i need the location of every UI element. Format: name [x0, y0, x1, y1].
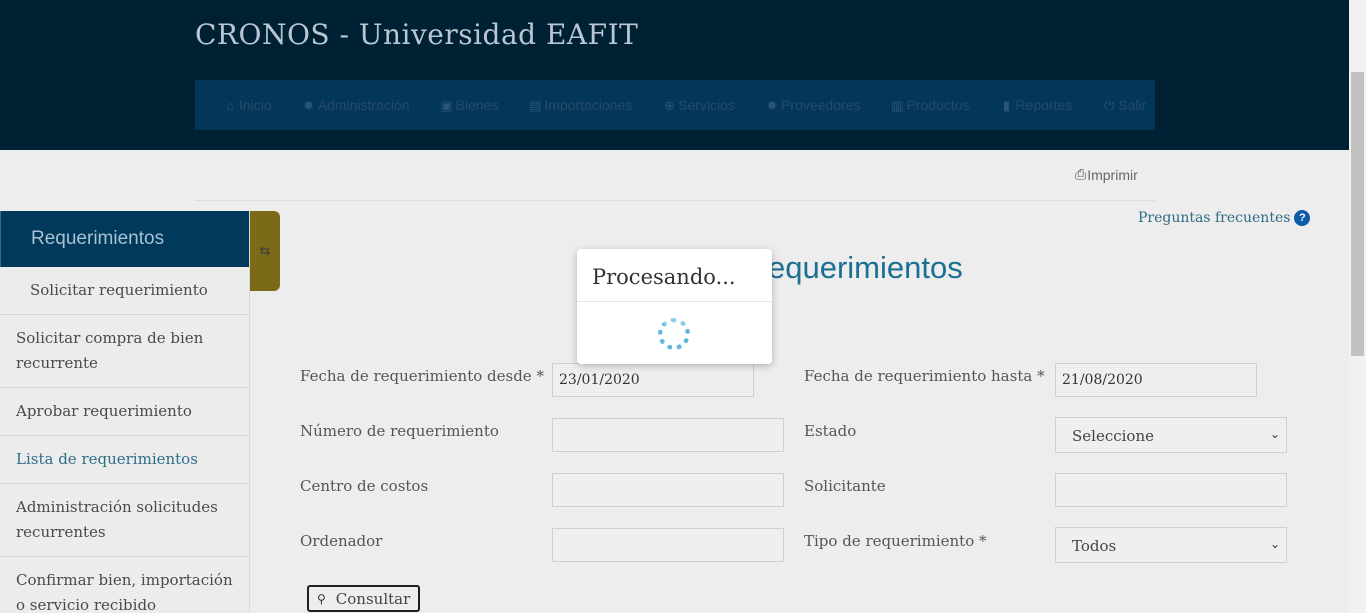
numero-requerimiento-label: Número de requerimiento — [300, 422, 499, 440]
card-icon: ▤ — [529, 97, 542, 113]
printer-icon: ⎙ — [1075, 166, 1087, 182]
sidebar-item-confirmar-recibido[interactable]: Confirmar bien, importación o servicio r… — [0, 557, 249, 613]
tipo-requerimiento-label: Tipo de requerimiento * — [804, 532, 987, 550]
print-link[interactable]: ⎙ Imprimir — [1075, 166, 1138, 183]
top-header: CRONOS - Universidad EAFIT ⌂ Inicio ✹ Ad… — [0, 0, 1349, 150]
power-icon: ⏻ — [1104, 97, 1115, 113]
sidebar-item-solicitar-requerimiento[interactable]: Solicitar requerimiento — [0, 267, 249, 315]
main-navbar: ⌂ Inicio ✹ Administración ▣ Bienes ▤ Imp… — [195, 80, 1155, 130]
sidebar-item-lista-requerimientos[interactable]: Lista de requerimientos — [0, 436, 249, 484]
fecha-hasta-label: Fecha de requerimiento hasta * — [804, 367, 1045, 385]
sidebar-item-administracion-recurrentes[interactable]: Administración solicitudes recurrentes — [0, 484, 249, 557]
bar-chart-icon: ▮ — [1002, 97, 1011, 113]
fecha-hasta-input[interactable]: 21/08/2020 — [1055, 363, 1257, 397]
ordenador-label: Ordenador — [300, 532, 383, 550]
gear-icon: ✹ — [766, 97, 778, 113]
gear-icon: ✹ — [303, 97, 315, 113]
nav-item-label: Administración — [317, 97, 410, 113]
nav-item-label: Servicios — [678, 97, 736, 113]
solicitante-label: Solicitante — [804, 477, 886, 495]
barcode-icon: ▥ — [891, 97, 904, 113]
nav-item-administracion[interactable]: ✹ Administración — [302, 97, 410, 113]
nav-item-productos[interactable]: ▥ Productos — [890, 97, 969, 113]
faq-label: Preguntas frecuentes — [1138, 210, 1291, 226]
nav-item-label: Proveedores — [781, 97, 861, 113]
nav-item-bienes[interactable]: ▣ Bienes — [440, 97, 499, 113]
chevron-down-icon: ⌄ — [1269, 427, 1280, 441]
centro-costos-input[interactable] — [552, 473, 784, 507]
divider — [195, 200, 1155, 201]
sidebar-item-aprobar-requerimiento[interactable]: Aprobar requerimiento — [0, 388, 249, 436]
centro-costos-label: Centro de costos — [300, 477, 429, 495]
estado-label: Estado — [804, 422, 857, 440]
consultar-label: Consultar — [335, 589, 411, 608]
sidebar-title: Requerimientos — [0, 211, 249, 267]
nav-item-servicios[interactable]: ⊕ Servicios — [662, 97, 735, 113]
nav-item-inicio[interactable]: ⌂ Inicio — [223, 97, 272, 113]
question-icon: ? — [1294, 210, 1311, 226]
sidebar-toggle-button[interactable]: ⇆ — [250, 211, 280, 291]
print-label: Imprimir — [1087, 166, 1138, 183]
fecha-desde-label: Fecha de requerimiento desde * — [300, 367, 544, 385]
nav-item-label: Inicio — [239, 97, 272, 113]
numero-requerimiento-input[interactable] — [552, 418, 784, 452]
processing-modal: Procesando... — [577, 249, 772, 364]
estado-select[interactable]: Seleccione ⌄ — [1055, 417, 1287, 453]
page-title: equerimientos — [768, 250, 963, 285]
plus-circle-icon: ⊕ — [663, 97, 675, 113]
nav-item-label: Reportes — [1015, 97, 1073, 113]
nav-item-label: Bienes — [455, 97, 499, 113]
spinner-center — [664, 324, 684, 344]
tipo-select-value: Todos — [1072, 537, 1117, 555]
nav-item-importaciones[interactable]: ▤ Importaciones — [528, 97, 632, 113]
estado-select-value: Seleccione — [1072, 427, 1154, 445]
swap-arrows-icon: ⇆ — [259, 243, 271, 259]
home-icon: ⌂ — [226, 97, 234, 113]
nav-item-label: Importaciones — [544, 97, 633, 113]
cart-icon: ▣ — [440, 97, 453, 113]
solicitante-input[interactable] — [1055, 473, 1287, 507]
page-scrollbar[interactable] — [1349, 0, 1366, 613]
tipo-requerimiento-select[interactable]: Todos ⌄ — [1055, 527, 1287, 563]
nav-item-reportes[interactable]: ▮ Reportes — [1000, 97, 1073, 113]
fecha-desde-input[interactable]: 23/01/2020 — [552, 363, 754, 397]
nav-item-label: Salir — [1118, 97, 1147, 113]
nav-item-salir[interactable]: ⏻ Salir — [1102, 97, 1146, 113]
sidebar-item-solicitar-compra-recurrente[interactable]: Solicitar compra de bien recurrente — [0, 315, 249, 388]
ordenador-input[interactable] — [552, 528, 784, 562]
app-title: CRONOS - Universidad EAFIT — [195, 18, 639, 51]
faq-link[interactable]: Preguntas frecuentes ? — [1138, 210, 1311, 226]
sidebar: Requerimientos Solicitar requerimiento S… — [0, 211, 250, 613]
search-icon: ⚲ — [317, 591, 326, 606]
nav-item-label: Productos — [906, 97, 970, 113]
modal-title: Procesando... — [577, 249, 772, 302]
chevron-down-icon: ⌄ — [1269, 537, 1280, 551]
scrollbar-thumb[interactable] — [1351, 72, 1364, 356]
nav-item-proveedores[interactable]: ✹ Proveedores — [765, 97, 861, 113]
consultar-button[interactable]: ⚲ Consultar — [307, 585, 420, 612]
